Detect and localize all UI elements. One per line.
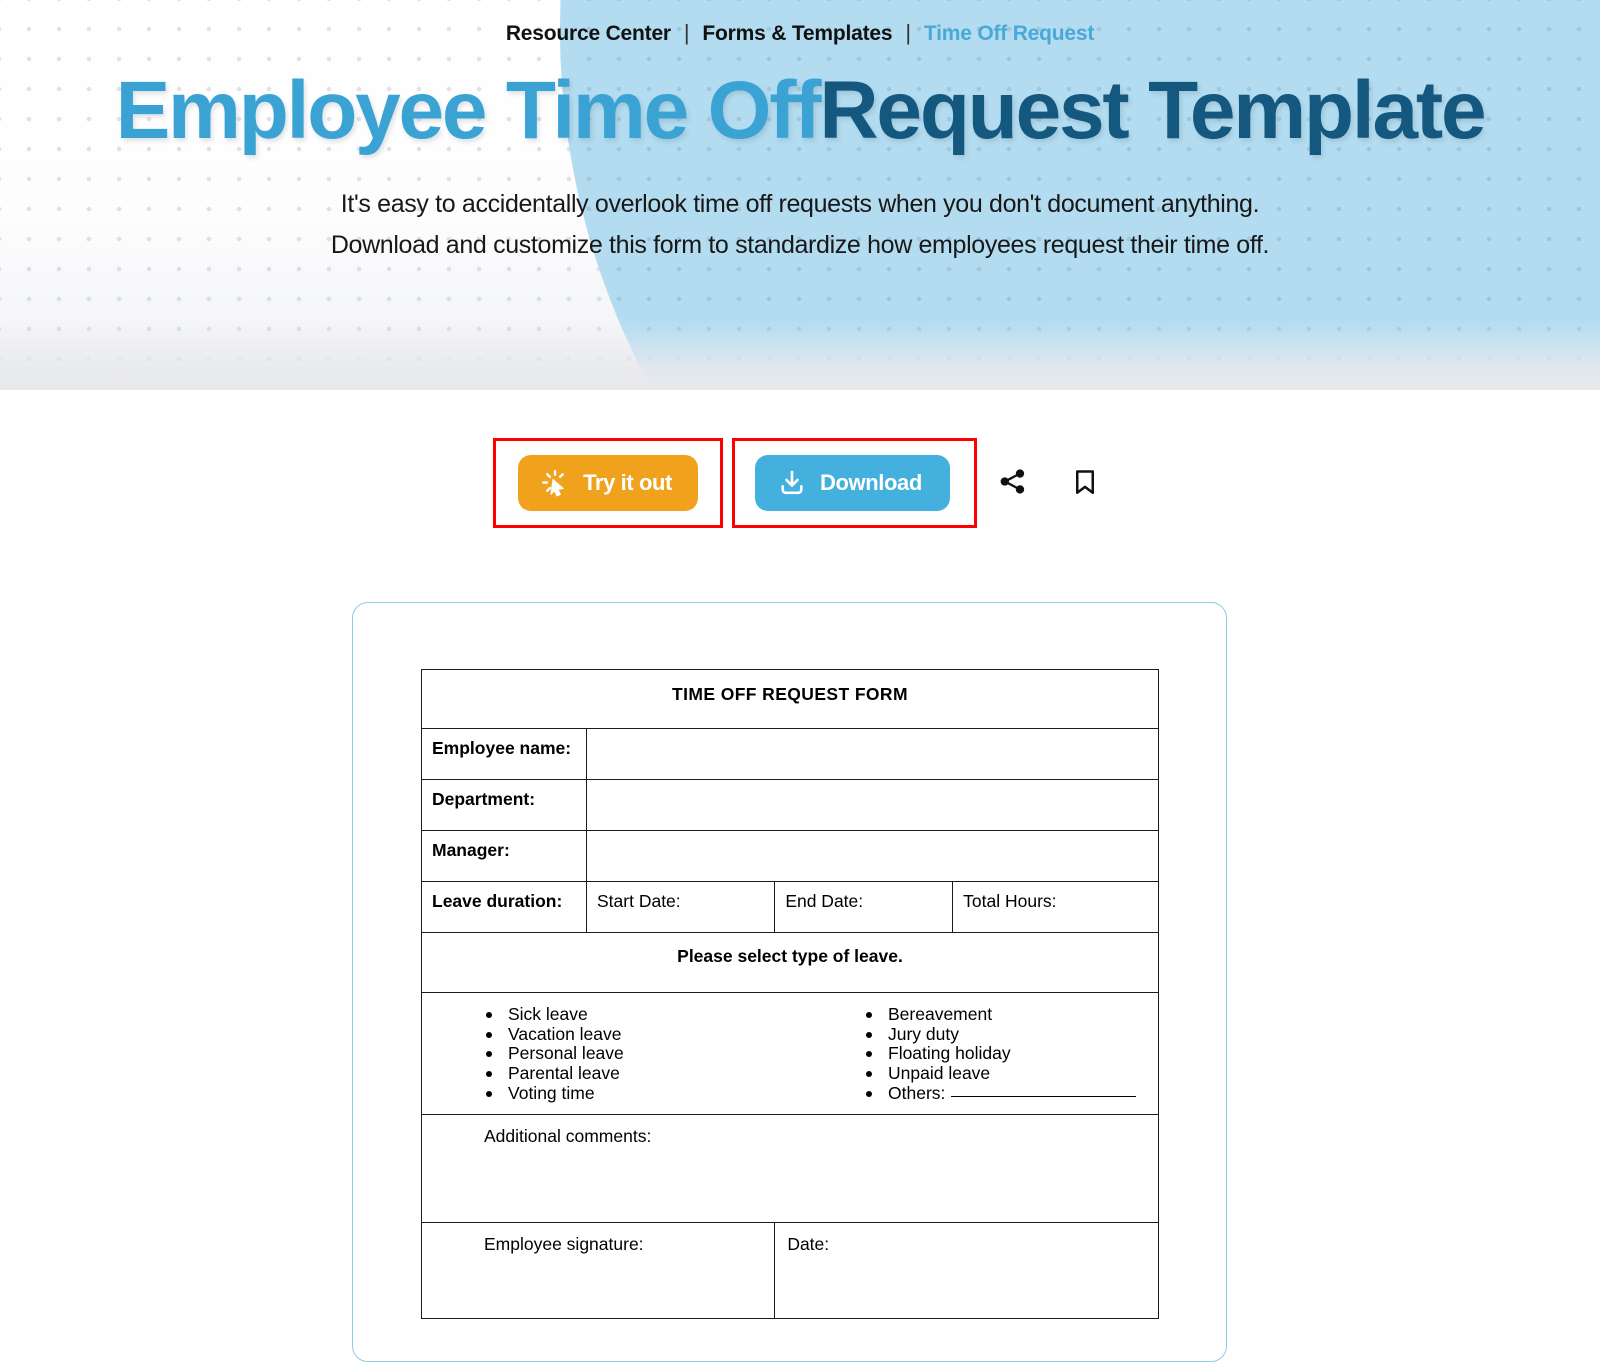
page-subtitle-line-1: It's easy to accidentally overlook time … [340, 190, 1260, 219]
label-leave-duration: Leave duration: [421, 880, 587, 933]
leave-option-sick[interactable]: Sick leave [484, 1004, 802, 1025]
hero-section: Resource Center | Forms & Templates | Ti… [0, 0, 1600, 390]
page-title: Employee Time OffRequest Template [0, 65, 1600, 156]
page-subtitle-line-2: Download and customize this form to stan… [330, 231, 1270, 260]
form-row-leave-types: Sick leave Vacation leave Personal leave… [421, 991, 1159, 1115]
leave-option-bereavement[interactable]: Bereavement [864, 1004, 1158, 1025]
label-employee-name: Employee name: [421, 727, 587, 780]
form-row-signature: Employee signature: Date: [420, 1221, 1159, 1319]
breadcrumb-separator: | [683, 20, 690, 45]
breadcrumb: Resource Center | Forms & Templates | Ti… [0, 22, 1600, 44]
leave-option-jury-duty[interactable]: Jury duty [864, 1024, 1158, 1045]
label-total-hours[interactable]: Total Hours: [952, 880, 1159, 933]
leave-option-personal[interactable]: Personal leave [484, 1044, 802, 1064]
label-manager: Manager: [421, 829, 587, 882]
bookmark-button[interactable] [1063, 461, 1107, 505]
document-preview-card[interactable]: TIME OFF REQUEST FORM Employee name: Dep… [352, 602, 1227, 1362]
share-icon [998, 467, 1027, 499]
input-employee-name[interactable] [586, 727, 1159, 780]
breadcrumb-item-forms-templates[interactable]: Forms & Templates [702, 23, 892, 44]
action-bar: Try it out Download [0, 438, 1600, 528]
click-cursor-icon [540, 468, 570, 498]
label-start-date[interactable]: Start Date: [585, 880, 776, 933]
leave-type-options: Sick leave Vacation leave Personal leave… [421, 991, 1159, 1115]
leave-type-heading: Please select type of leave. [421, 931, 1159, 993]
leave-option-others-label: Others: [888, 1082, 946, 1103]
page-title-part-dark: Request Template [819, 65, 1486, 156]
leave-option-others[interactable]: Others: [864, 1082, 1158, 1104]
leave-option-floating-holiday[interactable]: Floating holiday [864, 1044, 1158, 1064]
input-department[interactable] [586, 778, 1159, 831]
breadcrumb-item-time-off-request[interactable]: Time Off Request [924, 23, 1094, 44]
form-row-additional-comments: Additional comments: [421, 1113, 1159, 1223]
download-button[interactable]: Download [754, 455, 950, 511]
signature-date-field[interactable]: Date: [774, 1221, 1159, 1319]
leave-option-vacation[interactable]: Vacation leave [484, 1024, 802, 1045]
hero-content: Resource Center | Forms & Templates | Ti… [0, 0, 1600, 266]
form-title-row: TIME OFF REQUEST FORM [421, 669, 1159, 729]
download-icon [777, 468, 807, 498]
form-row-employee-name: Employee name: [421, 727, 1159, 780]
label-end-date[interactable]: End Date: [774, 880, 954, 933]
form-title: TIME OFF REQUEST FORM [421, 669, 1159, 729]
download-label: Download [819, 470, 922, 495]
download-annotation-box: Download [731, 438, 977, 528]
leave-option-parental[interactable]: Parental leave [484, 1063, 802, 1084]
form-row-manager: Manager: [421, 829, 1159, 882]
time-off-request-form-table: TIME OFF REQUEST FORM Employee name: Dep… [420, 669, 1159, 1319]
share-button[interactable] [991, 461, 1035, 505]
input-manager[interactable] [586, 829, 1159, 882]
try-it-out-annotation-box: Try it out [493, 438, 723, 528]
form-row-department: Department: [421, 778, 1159, 831]
breadcrumb-item-resource-center[interactable]: Resource Center [506, 23, 671, 44]
form-row-section-heading: Please select type of leave. [421, 931, 1159, 993]
leave-option-voting[interactable]: Voting time [484, 1083, 802, 1104]
breadcrumb-separator: | [905, 20, 911, 45]
label-department: Department: [421, 778, 587, 831]
others-input-line[interactable] [951, 1095, 1137, 1097]
page-subtitle: It's easy to accidentally overlook time … [0, 184, 1600, 266]
try-it-out-label: Try it out [583, 470, 672, 495]
hero-bottom-fade [0, 320, 1600, 390]
page-title-part-light: Employee Time Off [115, 65, 822, 156]
form-row-leave-duration: Leave duration: Start Date: End Date: To… [421, 880, 1159, 933]
bookmark-icon [1070, 467, 1100, 500]
leave-type-column-right: Bereavement Jury duty Floating holiday U… [802, 1004, 1158, 1104]
employee-signature-field[interactable]: Employee signature: [420, 1221, 776, 1319]
additional-comments-field[interactable]: Additional comments: [421, 1113, 1159, 1223]
try-it-out-button[interactable]: Try it out [518, 455, 698, 511]
leave-option-unpaid[interactable]: Unpaid leave [864, 1063, 1158, 1084]
leave-type-column-left: Sick leave Vacation leave Personal leave… [422, 1004, 802, 1104]
